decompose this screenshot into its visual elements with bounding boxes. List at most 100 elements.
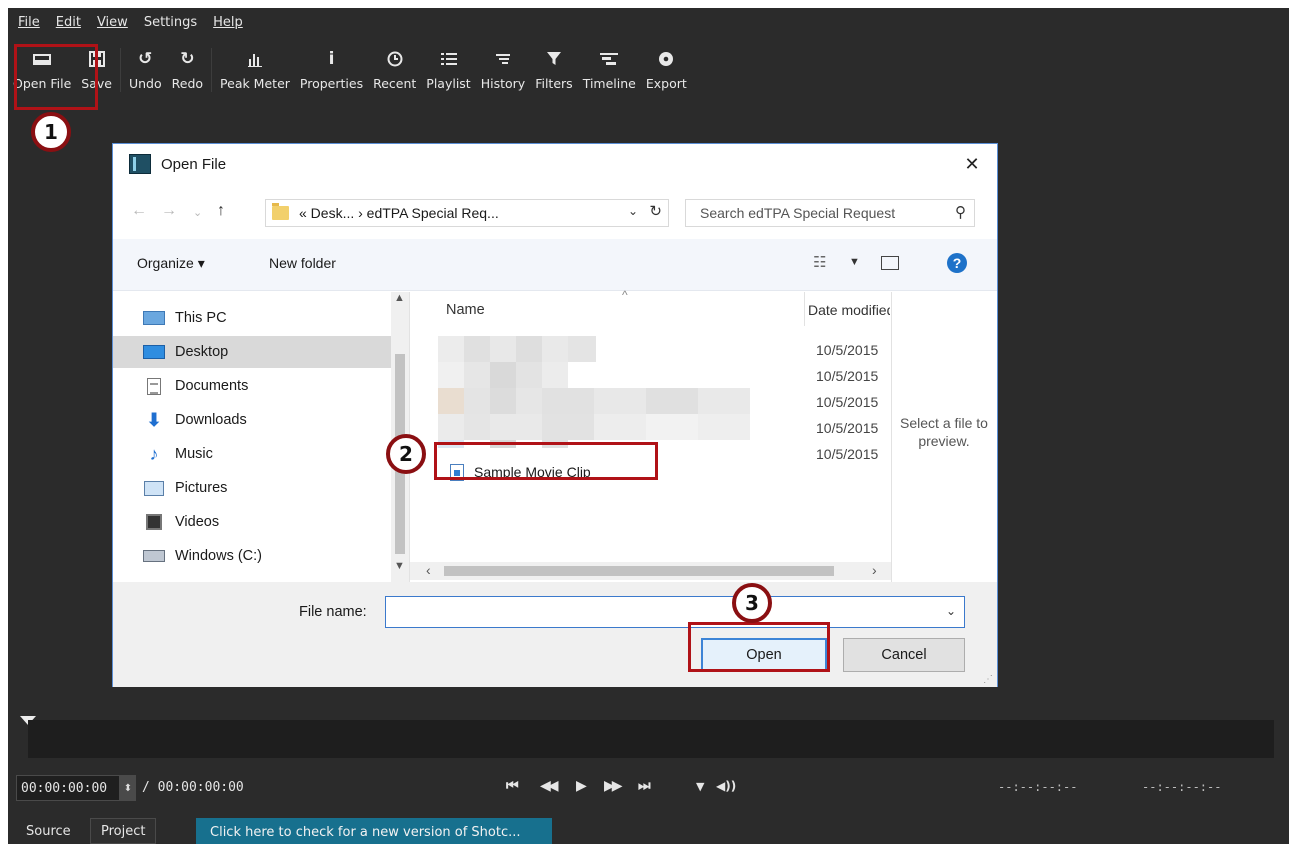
nav-item-this-pc[interactable]: This PC bbox=[143, 302, 393, 334]
nav-item-label: Windows (C:) bbox=[175, 548, 263, 564]
history-icon bbox=[495, 48, 511, 70]
forward-arrow-icon[interactable]: → bbox=[161, 202, 177, 220]
nav-item-desktop[interactable]: Desktop bbox=[113, 336, 391, 368]
date-cell: 10/5/2015 bbox=[816, 342, 879, 358]
address-dropdown-icon[interactable]: ⌄ bbox=[628, 204, 638, 218]
menu-help[interactable]: Help bbox=[205, 15, 251, 30]
redacted-file-row[interactable] bbox=[438, 414, 758, 440]
timecode-value: 00:00:00:00 bbox=[21, 780, 108, 796]
column-divider bbox=[804, 292, 805, 326]
sort-ascending-icon: ^ bbox=[622, 288, 628, 302]
nav-item-downloads[interactable]: ⬇ Downloads bbox=[143, 404, 393, 436]
resize-grip-icon[interactable]: ⋰ bbox=[983, 674, 993, 685]
scroll-left-icon[interactable]: ‹ bbox=[426, 562, 431, 578]
history-label: History bbox=[480, 76, 526, 91]
properties-label: Properties bbox=[299, 76, 364, 91]
file-name-dropdown-icon[interactable]: ⌄ bbox=[946, 604, 956, 618]
redo-button[interactable]: ↻ Redo bbox=[167, 44, 208, 106]
total-duration: / 00:00:00:00 bbox=[142, 780, 244, 795]
column-header-name[interactable]: Name bbox=[446, 302, 485, 318]
skip-to-start-icon[interactable]: ⏮ bbox=[506, 778, 518, 794]
step-2-number: 2 bbox=[399, 442, 413, 466]
clock-icon bbox=[387, 48, 403, 70]
music-icon: ♪ bbox=[149, 443, 159, 464]
step-3-badge: 3 bbox=[732, 583, 772, 623]
scroll-down-icon[interactable]: ▼ bbox=[394, 560, 405, 572]
peak-meter-button[interactable]: Peak Meter bbox=[215, 44, 295, 106]
cancel-button[interactable]: Cancel bbox=[843, 638, 965, 672]
timecode-input[interactable]: 00:00:00:00 bbox=[16, 775, 120, 801]
recent-button[interactable]: Recent bbox=[368, 44, 421, 106]
address-row: ← → ⌄ ↑ « Desk... › edTPA Special Req...… bbox=[113, 198, 997, 228]
redacted-file-row[interactable] bbox=[438, 388, 758, 414]
rewind-icon[interactable]: ◀◀ bbox=[540, 778, 558, 794]
search-icon[interactable]: ⚲ bbox=[955, 203, 966, 221]
address-bar[interactable]: « Desk... › edTPA Special Req... ⌄ ↻ bbox=[265, 199, 669, 227]
nav-item-videos[interactable]: Videos bbox=[143, 506, 393, 538]
up-arrow-icon[interactable]: ↑ bbox=[217, 202, 225, 220]
history-button[interactable]: History bbox=[476, 44, 530, 106]
new-folder-button[interactable]: New folder bbox=[269, 255, 336, 271]
skip-to-end-icon[interactable]: ⏭ bbox=[638, 778, 650, 794]
horizontal-scrollbar[interactable]: ‹ › bbox=[410, 562, 892, 580]
update-check-label: Click here to check for a new version of… bbox=[210, 824, 521, 840]
preview-pane-icon[interactable] bbox=[881, 256, 899, 270]
scrub-track[interactable] bbox=[28, 720, 1274, 758]
tab-project[interactable]: Project bbox=[90, 818, 157, 844]
date-cell: 10/5/2015 bbox=[816, 368, 879, 384]
menu-file[interactable]: File bbox=[8, 15, 48, 30]
file-name-input[interactable] bbox=[390, 597, 930, 625]
menu-edit[interactable]: Edit bbox=[48, 15, 89, 30]
scroll-right-icon[interactable]: › bbox=[872, 562, 877, 578]
nav-item-pictures[interactable]: Pictures bbox=[143, 472, 393, 504]
undo-label: Undo bbox=[128, 76, 162, 91]
playlist-label: Playlist bbox=[426, 76, 471, 91]
play-icon[interactable]: ▶ bbox=[576, 778, 587, 794]
fast-forward-icon[interactable]: ▶▶ bbox=[604, 778, 622, 794]
file-name-combobox: ⌄ bbox=[385, 596, 965, 628]
organize-button[interactable]: Organize ▾ bbox=[137, 255, 205, 272]
timeline-button[interactable]: Timeline bbox=[578, 44, 641, 106]
nav-item-documents[interactable]: Documents bbox=[143, 370, 393, 402]
export-button[interactable]: Export bbox=[641, 44, 692, 106]
toolbar-separator bbox=[119, 48, 121, 92]
menu-view[interactable]: View bbox=[89, 15, 136, 30]
back-arrow-icon[interactable]: ← bbox=[131, 202, 147, 220]
timeline-label: Timeline bbox=[582, 76, 636, 91]
undo-button[interactable]: ↺ Undo bbox=[124, 44, 167, 106]
downloads-icon: ⬇ bbox=[146, 409, 162, 430]
help-icon[interactable]: ? bbox=[947, 253, 967, 273]
folder-icon bbox=[272, 203, 289, 220]
column-header-date[interactable]: Date modified bbox=[808, 302, 890, 318]
refresh-icon[interactable]: ↻ bbox=[649, 202, 662, 220]
zoom-dropdown-icon[interactable]: ▼ bbox=[696, 780, 705, 793]
view-dropdown-icon[interactable]: ▼ bbox=[849, 256, 860, 268]
timecode-spinner-icon[interactable]: ⬍ bbox=[120, 775, 136, 801]
nav-item-label: Videos bbox=[175, 514, 220, 530]
disc-icon bbox=[658, 48, 674, 70]
menu-settings[interactable]: Settings bbox=[136, 15, 205, 30]
playlist-button[interactable]: Playlist bbox=[421, 44, 475, 106]
horizontal-scroll-thumb[interactable] bbox=[444, 566, 834, 576]
scroll-up-icon[interactable]: ▲ bbox=[394, 292, 405, 304]
menu-file-label: File bbox=[18, 14, 40, 30]
view-options-icon[interactable]: ☷ bbox=[813, 253, 826, 271]
update-check-link[interactable]: Click here to check for a new version of… bbox=[196, 818, 552, 844]
nav-item-windows-c[interactable]: Windows (C:) bbox=[143, 540, 393, 572]
address-path: « Desk... › edTPA Special Req... bbox=[299, 205, 499, 221]
filters-button[interactable]: Filters bbox=[530, 44, 577, 106]
volume-icon[interactable]: ◀)) bbox=[716, 779, 736, 793]
tab-source-label: Source bbox=[26, 823, 71, 839]
this-pc-icon bbox=[143, 309, 165, 327]
redacted-file-row[interactable] bbox=[438, 362, 598, 388]
close-button[interactable]: ✕ bbox=[957, 150, 987, 178]
preview-placeholder: Select a file to preview. bbox=[900, 415, 988, 449]
tab-source[interactable]: Source bbox=[16, 818, 81, 844]
search-input[interactable] bbox=[698, 204, 948, 222]
redacted-file-row[interactable] bbox=[438, 336, 598, 362]
nav-item-label: This PC bbox=[175, 310, 227, 326]
nav-item-music[interactable]: ♪ Music bbox=[143, 438, 393, 470]
search-box: ⚲ bbox=[685, 199, 975, 227]
recent-locations-icon[interactable]: ⌄ bbox=[193, 206, 202, 219]
properties-button[interactable]: i Properties bbox=[295, 44, 368, 106]
